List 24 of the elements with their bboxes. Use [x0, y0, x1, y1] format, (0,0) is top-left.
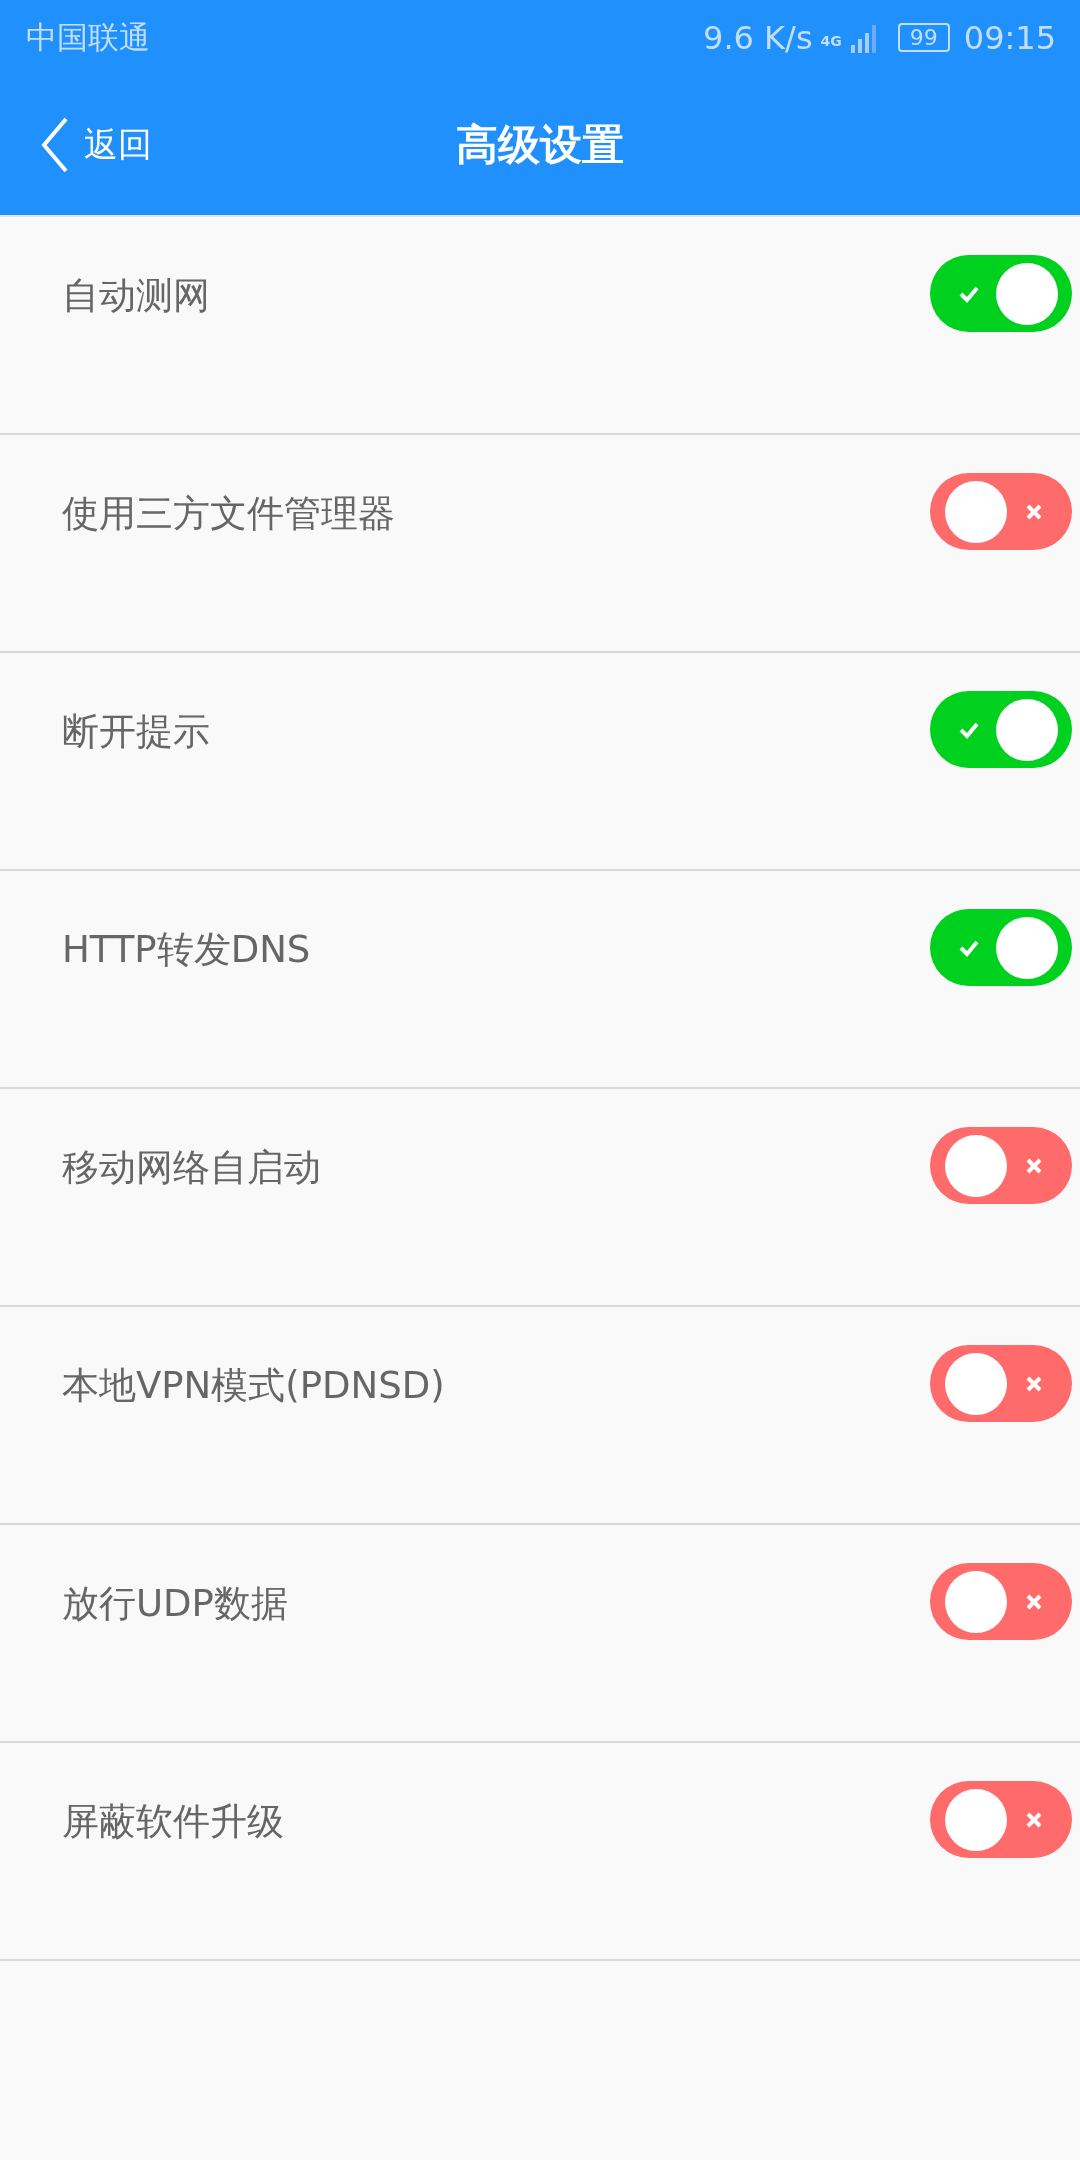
- network-type: 4G: [820, 32, 842, 49]
- carrier-name: 中国联通: [26, 17, 150, 57]
- page-title: 高级设置: [455, 119, 625, 171]
- back-button[interactable]: 返回: [40, 116, 152, 174]
- setting-label: 使用三方文件管理器: [62, 491, 395, 537]
- setting-label: 本地VPN模式(PDNSD): [62, 1363, 445, 1409]
- cross-icon: [1025, 1592, 1043, 1611]
- check-icon: [958, 284, 980, 303]
- clock: 09:15: [963, 18, 1056, 57]
- network-speed: 9.6 K/s: [703, 18, 813, 57]
- setting-label: 放行UDP数据: [62, 1581, 288, 1627]
- setting-label: 屏蔽软件升级: [62, 1799, 284, 1845]
- cross-icon: [1025, 502, 1043, 521]
- back-chevron-icon: [40, 116, 70, 174]
- cross-icon: [1025, 1374, 1043, 1393]
- cross-icon: [1025, 1156, 1043, 1175]
- setting-label: 自动测网: [62, 273, 210, 319]
- battery-level: 99: [897, 23, 950, 52]
- setting-label: HTTP转发DNS: [62, 927, 311, 973]
- setting-label: 断开提示: [62, 709, 210, 755]
- cross-icon: [1025, 1810, 1043, 1829]
- setting-label: 移动网络自启动: [62, 1145, 321, 1191]
- check-icon: [958, 938, 980, 957]
- check-icon: [958, 720, 980, 739]
